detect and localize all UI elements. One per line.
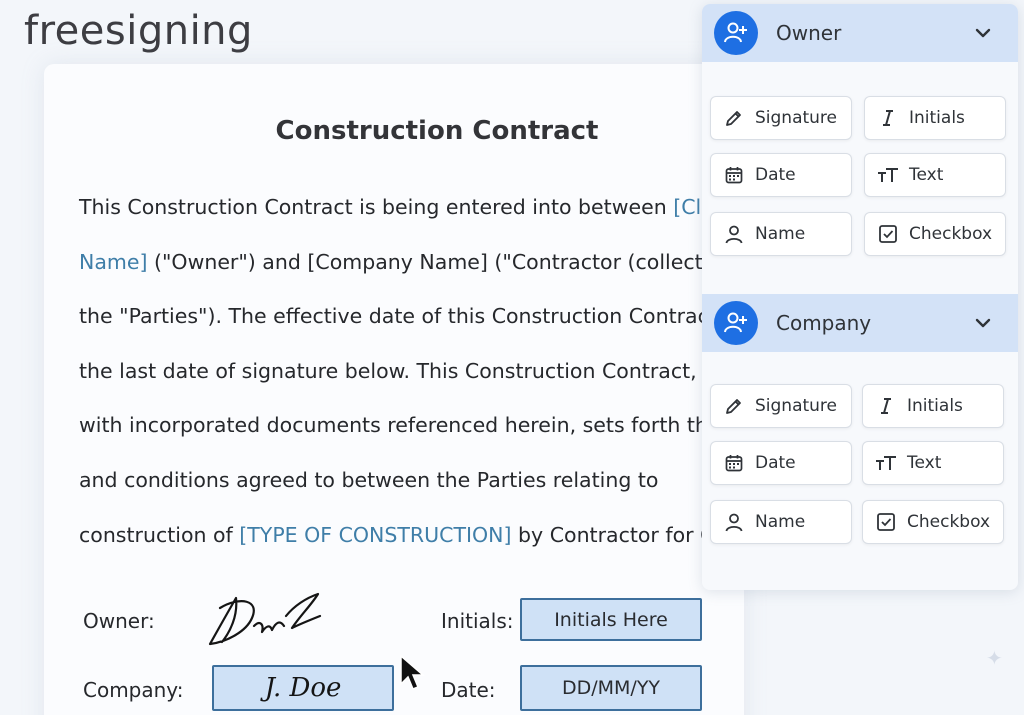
- field-tool-label: Initials: [909, 108, 965, 128]
- italic-icon: [877, 107, 899, 129]
- role-label: Company: [776, 311, 872, 335]
- document-line: Name] ("Owner") and [Company Name] ("Con…: [79, 235, 744, 290]
- role-label: Owner: [776, 21, 842, 45]
- field-tool-label: Text: [907, 453, 942, 473]
- field-tool-date-company[interactable]: Date: [710, 441, 852, 485]
- line-text: the "Parties"). The effective date of th…: [79, 304, 717, 329]
- field-tool-date-owner[interactable]: Date: [710, 153, 852, 197]
- placeholder-text[interactable]: [TYPE OF CONSTRUCTION]: [239, 523, 511, 547]
- app-logo: freesigning: [24, 8, 253, 54]
- field-tool-initials-owner[interactable]: Initials: [864, 96, 1006, 140]
- initials-field[interactable]: Initials Here: [520, 598, 702, 641]
- company-signature-field[interactable]: J. Doe: [212, 665, 394, 711]
- calendar-icon: [723, 452, 745, 474]
- field-tool-label: Signature: [755, 108, 838, 128]
- document-line: with incorporated documents referenced h…: [79, 398, 744, 453]
- field-tool-checkbox-company[interactable]: Checkbox: [862, 500, 1004, 544]
- line-text: and conditions agreed to between the Par…: [79, 467, 659, 492]
- italic-icon: [875, 395, 897, 417]
- initials-label: Initials:: [441, 609, 514, 633]
- owner-signature-drawing[interactable]: [200, 586, 330, 650]
- field-tool-name-owner[interactable]: Name: [710, 212, 852, 256]
- line-text: with incorporated documents referenced h…: [79, 413, 708, 438]
- add-user-icon: [714, 11, 758, 55]
- document-line: construction of [TYPE OF CONSTRUCTION] b…: [79, 508, 744, 563]
- line-text: construction of: [79, 522, 240, 547]
- line-text: the last date of signature below. This C…: [79, 358, 715, 383]
- field-tool-label: Text: [909, 165, 944, 185]
- field-tool-label: Signature: [755, 396, 838, 416]
- pen-icon: [723, 395, 745, 417]
- chevron-down-icon[interactable]: [974, 24, 992, 43]
- field-tool-label: Checkbox: [909, 224, 993, 244]
- add-user-icon: [714, 301, 758, 345]
- field-tool-checkbox-owner[interactable]: Checkbox: [864, 212, 1006, 256]
- document-line: and conditions agreed to between the Par…: [79, 453, 744, 508]
- checkbox-icon: [875, 511, 897, 533]
- document-line: the "Parties"). The effective date of th…: [79, 289, 744, 344]
- field-tool-label: Name: [755, 224, 806, 244]
- fields-panel: Owner Signature Initials Date Text Name Checkb…: [702, 4, 1018, 590]
- text-size-icon: [875, 452, 897, 474]
- field-tool-label: Date: [755, 165, 796, 185]
- field-tool-initials-company[interactable]: Initials: [862, 384, 1004, 428]
- line-text: by Contractor for Ow: [511, 522, 733, 547]
- field-tool-label: Name: [755, 512, 806, 532]
- text-size-icon: [877, 164, 899, 186]
- chevron-down-icon[interactable]: [974, 314, 992, 333]
- line-text: ("Owner") and [Company Name] ("Contracto…: [147, 249, 703, 274]
- placeholder-text[interactable]: Name]: [79, 250, 147, 274]
- field-tool-name-company[interactable]: Name: [710, 500, 852, 544]
- role-header-owner[interactable]: Owner: [702, 4, 1018, 62]
- field-tool-text-owner[interactable]: Text: [864, 153, 1006, 197]
- field-tool-signature-owner[interactable]: Signature: [710, 96, 852, 140]
- sparkle-icon: ✦: [986, 646, 1003, 670]
- document-title: Construction Contract: [275, 116, 599, 146]
- mouse-cursor-icon: [400, 654, 426, 690]
- field-tool-label: Initials: [907, 396, 963, 416]
- document-line: This Construction Contract is being ente…: [79, 180, 744, 235]
- field-tool-label: Checkbox: [907, 512, 991, 532]
- person-icon: [723, 511, 745, 533]
- role-header-company[interactable]: Company: [702, 294, 1018, 352]
- line-text: This Construction Contract is being ente…: [79, 195, 674, 219]
- date-label: Date:: [441, 678, 496, 702]
- field-tool-signature-company[interactable]: Signature: [710, 384, 852, 428]
- calendar-icon: [723, 164, 745, 186]
- field-tool-label: Date: [755, 453, 796, 473]
- document-body: This Construction Contract is being ente…: [79, 180, 744, 562]
- company-signature-label: Company:: [83, 678, 184, 702]
- owner-signature-label: Owner:: [83, 609, 155, 633]
- pen-icon: [723, 107, 745, 129]
- checkbox-icon: [877, 223, 899, 245]
- person-icon: [723, 223, 745, 245]
- field-tool-text-company[interactable]: Text: [862, 441, 1004, 485]
- date-field[interactable]: DD/MM/YY: [520, 665, 702, 711]
- document-line: the last date of signature below. This C…: [79, 344, 744, 399]
